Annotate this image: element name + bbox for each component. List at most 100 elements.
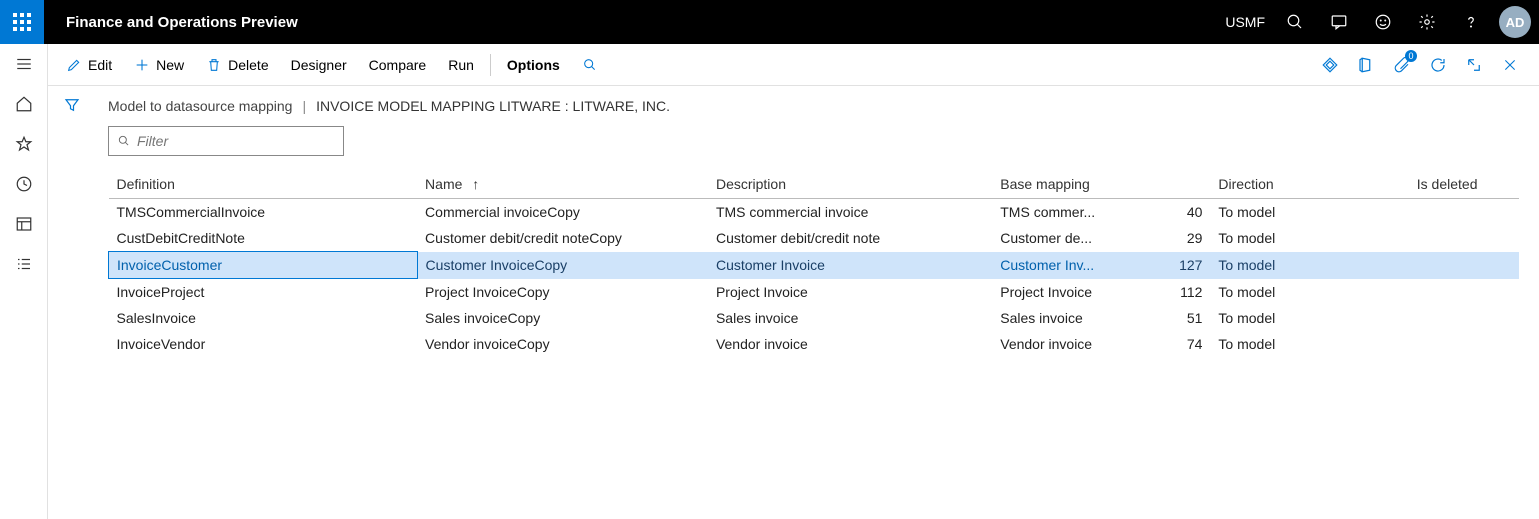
new-button[interactable]: New [124, 47, 194, 83]
table-row[interactable]: InvoiceCustomerCustomer InvoiceCopyCusto… [109, 252, 1520, 279]
popout-icon[interactable] [1457, 48, 1491, 82]
col-direction[interactable]: Direction [1210, 170, 1408, 199]
cell-count[interactable]: 40 [1144, 199, 1210, 226]
col-base-mapping[interactable]: Base mapping [992, 170, 1144, 199]
cell-name[interactable]: Project InvoiceCopy [417, 279, 708, 306]
edit-label: Edit [88, 57, 112, 73]
table-row[interactable]: InvoiceVendorVendor invoiceCopyVendor in… [109, 331, 1520, 357]
designer-button[interactable]: Designer [281, 47, 357, 83]
edit-button[interactable]: Edit [56, 47, 122, 83]
compare-button[interactable]: Compare [359, 47, 437, 83]
search-icon [117, 134, 131, 148]
messages-icon[interactable] [1317, 0, 1361, 44]
command-bar: Edit New Delete Designer Compare Run Opt… [48, 44, 1539, 86]
modules-icon[interactable] [0, 244, 48, 284]
cell-is-deleted[interactable] [1409, 252, 1519, 279]
left-rail [0, 44, 48, 519]
sort-asc-icon: ↑ [472, 176, 479, 192]
grid: Definition Name ↑ Description Base mappi… [108, 170, 1519, 357]
topbar: Finance and Operations Preview USMF AD [0, 0, 1539, 44]
grid-header-row: Definition Name ↑ Description Base mappi… [109, 170, 1520, 199]
cell-description[interactable]: Customer debit/credit note [708, 225, 992, 252]
cell-name[interactable]: Vendor invoiceCopy [417, 331, 708, 357]
cell-direction[interactable]: To model [1210, 331, 1408, 357]
col-name[interactable]: Name ↑ [417, 170, 708, 199]
cell-base-mapping[interactable]: Project Invoice [992, 279, 1144, 306]
cell-definition[interactable]: InvoiceVendor [109, 331, 418, 357]
page-search-button[interactable] [572, 47, 608, 83]
cell-description[interactable]: Vendor invoice [708, 331, 992, 357]
cell-base-mapping[interactable]: Sales invoice [992, 305, 1144, 331]
delete-button[interactable]: Delete [196, 47, 278, 83]
breadcrumb-root[interactable]: Model to datasource mapping [108, 98, 292, 114]
table-row[interactable]: SalesInvoiceSales invoiceCopySales invoi… [109, 305, 1520, 331]
feedback-icon[interactable] [1361, 0, 1405, 44]
cell-count[interactable]: 51 [1144, 305, 1210, 331]
cell-definition[interactable]: InvoiceCustomer [109, 252, 418, 279]
table-row[interactable]: InvoiceProjectProject InvoiceCopyProject… [109, 279, 1520, 306]
cell-is-deleted[interactable] [1409, 331, 1519, 357]
cell-is-deleted[interactable] [1409, 225, 1519, 252]
cell-definition[interactable]: SalesInvoice [109, 305, 418, 331]
cell-count[interactable]: 112 [1144, 279, 1210, 306]
attachments-icon[interactable]: 0 [1385, 48, 1419, 82]
cell-description[interactable]: Customer Invoice [708, 252, 992, 279]
cell-description[interactable]: TMS commercial invoice [708, 199, 992, 226]
col-count[interactable] [1144, 170, 1210, 199]
app-launcher[interactable] [0, 0, 44, 44]
cell-definition[interactable]: InvoiceProject [109, 279, 418, 306]
favorites-icon[interactable] [0, 124, 48, 164]
close-icon[interactable] [1493, 48, 1527, 82]
home-icon[interactable] [0, 84, 48, 124]
cell-count[interactable]: 74 [1144, 331, 1210, 357]
cell-count[interactable]: 29 [1144, 225, 1210, 252]
cell-description[interactable]: Project Invoice [708, 279, 992, 306]
cell-direction[interactable]: To model [1210, 279, 1408, 306]
cell-direction[interactable]: To model [1210, 199, 1408, 226]
cell-base-mapping[interactable]: Customer Inv... [992, 252, 1144, 279]
col-description[interactable]: Description [708, 170, 992, 199]
hamburger-icon[interactable] [0, 44, 48, 84]
avatar[interactable]: AD [1499, 6, 1531, 38]
col-is-deleted[interactable]: Is deleted [1409, 170, 1519, 199]
refresh-icon[interactable] [1421, 48, 1455, 82]
settings-icon[interactable] [1405, 0, 1449, 44]
company-code[interactable]: USMF [1225, 14, 1273, 30]
filter-pane-toggle[interactable] [63, 96, 81, 519]
cell-name[interactable]: Customer debit/credit noteCopy [417, 225, 708, 252]
table-row[interactable]: TMSCommercialInvoiceCommercial invoiceCo… [109, 199, 1520, 226]
cell-direction[interactable]: To model [1210, 252, 1408, 279]
cell-name[interactable]: Customer InvoiceCopy [417, 252, 708, 279]
cell-description[interactable]: Sales invoice [708, 305, 992, 331]
cell-base-mapping[interactable]: TMS commer... [992, 199, 1144, 226]
table-row[interactable]: CustDebitCreditNoteCustomer debit/credit… [109, 225, 1520, 252]
search-icon[interactable] [1273, 0, 1317, 44]
cell-is-deleted[interactable] [1409, 279, 1519, 306]
cell-base-mapping[interactable]: Vendor invoice [992, 331, 1144, 357]
diamond-icon[interactable] [1313, 48, 1347, 82]
divider [490, 54, 491, 76]
options-button[interactable]: Options [497, 47, 570, 83]
cell-definition[interactable]: TMSCommercialInvoice [109, 199, 418, 226]
page-title: INVOICE MODEL MAPPING LITWARE : LITWARE,… [316, 98, 670, 114]
run-button[interactable]: Run [438, 47, 484, 83]
cell-name[interactable]: Sales invoiceCopy [417, 305, 708, 331]
cell-is-deleted[interactable] [1409, 199, 1519, 226]
filter-input[interactable] [137, 133, 335, 149]
cell-count[interactable]: 127 [1144, 252, 1210, 279]
cell-base-mapping[interactable]: Customer de... [992, 225, 1144, 252]
cell-direction[interactable]: To model [1210, 305, 1408, 331]
waffle-icon [13, 13, 31, 31]
workspaces-icon[interactable] [0, 204, 48, 244]
help-icon[interactable] [1449, 0, 1493, 44]
breadcrumb: Model to datasource mapping | INVOICE MO… [108, 98, 1519, 114]
new-label: New [156, 57, 184, 73]
cell-is-deleted[interactable] [1409, 305, 1519, 331]
recent-icon[interactable] [0, 164, 48, 204]
cell-name[interactable]: Commercial invoiceCopy [417, 199, 708, 226]
cell-direction[interactable]: To model [1210, 225, 1408, 252]
filter-box[interactable] [108, 126, 344, 156]
col-definition[interactable]: Definition [109, 170, 418, 199]
office-icon[interactable] [1349, 48, 1383, 82]
cell-definition[interactable]: CustDebitCreditNote [109, 225, 418, 252]
